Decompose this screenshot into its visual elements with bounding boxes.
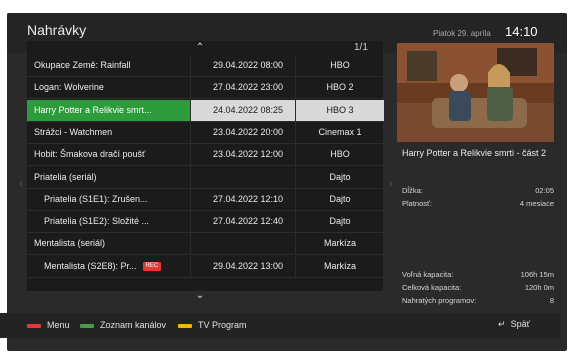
- validity-row: Platnosť: 4 mesiace: [402, 199, 554, 208]
- recording-name-text: Strážci - Watchmen: [34, 126, 113, 137]
- recording-row[interactable]: Strážci - Watchmen 23.04.2022 20:00 Cinema…: [27, 121, 384, 144]
- recording-channel: Dajto: [295, 188, 384, 210]
- recording-name-text: Priatelia (seriál): [34, 171, 97, 182]
- recording-row[interactable]: Okupace Země: Rainfall 29.04.2022 08:00 HB…: [27, 55, 383, 77]
- recording-name-text: Okupace Země: Rainfall: [34, 60, 131, 70]
- chevron-left-icon[interactable]: ‹: [19, 178, 23, 190]
- recording-channel: Markíza: [295, 233, 384, 255]
- recording-name: Strážci - Watchmen: [34, 122, 184, 143]
- recording-channel: HBO 3: [295, 99, 384, 121]
- back-button[interactable]: ↵ Späť: [498, 319, 530, 330]
- recording-channel: Dajto: [295, 211, 384, 233]
- recording-row[interactable]: Priatelia (S1E1): Zrušen... 27.04.2022 12…: [27, 188, 384, 211]
- recorded-count-value: 8: [549, 296, 554, 305]
- recording-row[interactable]: Logan: Wolverine 27.04.2022 23:00 HBO 2: [27, 77, 384, 100]
- menu-key-label: Menu: [47, 320, 70, 330]
- scroll-up-icon[interactable]: ⌃: [190, 41, 210, 55]
- recording-datetime: 29.04.2022 08:00: [190, 55, 300, 76]
- yellow-key-icon: [178, 323, 192, 328]
- validity-label: Platnosť:: [402, 199, 432, 208]
- recorded-count-label: Nahratých programov:: [402, 296, 477, 305]
- recording-name-text: Priatelia (S1E1): Zrušen...: [44, 193, 148, 204]
- recorded-count-row: Nahratých programov: 8: [402, 296, 554, 305]
- scroll-down-icon[interactable]: ⌄: [190, 290, 210, 304]
- recording-channel: HBO 2: [295, 77, 384, 99]
- recording-name-text: Mentalista (seriál): [34, 238, 106, 249]
- recording-channel: HBO: [295, 144, 384, 166]
- recording-name-text: Priatelia (S1E2): Složité ...: [44, 216, 150, 227]
- recording-name-text: Logan: Wolverine: [34, 82, 104, 93]
- header-time: 14:10: [505, 24, 538, 39]
- recording-name: Priatelia (S1E2): Složité ...: [44, 211, 184, 232]
- recording-datetime: 24.04.2022 08:25: [190, 99, 300, 121]
- channel-list-key[interactable]: Zoznam kanálov: [80, 319, 166, 331]
- recording-channel: Dajto: [295, 166, 384, 188]
- duration-row: Dĺžka: 02:05: [402, 186, 554, 195]
- total-capacity-label: Celková kapacita:: [402, 283, 462, 292]
- recording-name: Priatelia (seriál): [34, 167, 184, 188]
- program-thumbnail: [397, 43, 554, 142]
- recording-name: Harry Potter a Relikvie smrt...: [27, 99, 190, 121]
- recording-row[interactable]: Priatelia (seriál) Dajto: [27, 166, 384, 189]
- tv-program-key-label: TV Program: [198, 320, 247, 330]
- free-capacity-row: Voľná kapacita: 106h 15m: [402, 270, 554, 279]
- recording-datetime: 27.04.2022 12:10: [190, 188, 300, 210]
- recording-datetime: 23.04.2022 12:00: [190, 144, 300, 166]
- back-label: Späť: [510, 319, 530, 329]
- total-capacity-value: 120h 0m: [524, 283, 554, 292]
- recording-name: Logan: Wolverine: [34, 77, 184, 98]
- recording-row[interactable]: Priatelia (S1E2): Složité ... 27.04.2022 …: [27, 211, 384, 234]
- tv-program-key[interactable]: TV Program: [178, 319, 247, 331]
- recording-datetime: 27.04.2022 23:00: [190, 77, 300, 99]
- recording-row[interactable]: Mentalista (seriál) Markíza: [27, 233, 384, 256]
- duration-label: Dĺžka:: [402, 186, 423, 195]
- recording-name: Priatelia (S1E1): Zrušen...: [44, 189, 184, 210]
- recording-name: Okupace Země: Rainfall: [34, 55, 184, 76]
- rec-badge: REC: [142, 261, 162, 271]
- free-capacity-value: 106h 15m: [520, 270, 554, 279]
- page-title: Nahrávky: [27, 22, 87, 38]
- page-indicator: 1/1: [354, 42, 368, 53]
- recording-row[interactable]: Harry Potter a Relikvie smrt... 24.04.202…: [27, 99, 384, 122]
- program-title: Harry Potter a Relikvie smrti - část 2: [402, 148, 547, 158]
- validity-value: 4 mesiace: [519, 199, 554, 208]
- red-key-icon: [27, 323, 41, 328]
- recording-datetime: 29.04.2022 13:00: [190, 255, 300, 277]
- recording-channel: Markíza: [295, 255, 384, 277]
- channel-list-key-label: Zoznam kanálov: [100, 320, 167, 330]
- recording-row[interactable]: Mentalista (S2E8): Pr... REC 29.04.2022 13…: [27, 255, 384, 278]
- duration-value: 02:05: [535, 186, 554, 195]
- menu-key[interactable]: Menu: [27, 319, 70, 331]
- green-key-icon: [80, 323, 94, 328]
- back-arrow-icon: ↵: [498, 319, 506, 329]
- recording-datetime: 27.04.2022 12:40: [190, 211, 300, 233]
- header-date: Piatok 29. apríla: [433, 29, 491, 38]
- recording-name: Hobit: Šmakova dračí poušť: [34, 144, 184, 165]
- recording-datetime: [190, 233, 300, 255]
- recording-name-text: Hobit: Šmakova dračí poušť: [34, 149, 146, 160]
- recording-name: Mentalista (seriál): [34, 233, 184, 254]
- recording-row[interactable]: Hobit: Šmakova dračí poušť 23.04.2022 12:…: [27, 144, 384, 167]
- recording-datetime: [190, 166, 300, 188]
- recording-datetime: 23.04.2022 20:00: [190, 121, 300, 143]
- recording-channel: HBO: [295, 55, 384, 76]
- recording-channel: Cinemax 1: [295, 121, 384, 143]
- recording-name-text: Mentalista (S2E8): Pr...: [44, 260, 137, 271]
- recording-name-text: Harry Potter a Relikvie smrt...: [34, 104, 152, 115]
- recording-name: Mentalista (S2E8): Pr... REC: [44, 256, 184, 277]
- free-capacity-label: Voľná kapacita:: [402, 270, 454, 279]
- chevron-right-icon[interactable]: ›: [389, 178, 393, 190]
- total-capacity-row: Celková kapacita: 120h 0m: [402, 283, 554, 292]
